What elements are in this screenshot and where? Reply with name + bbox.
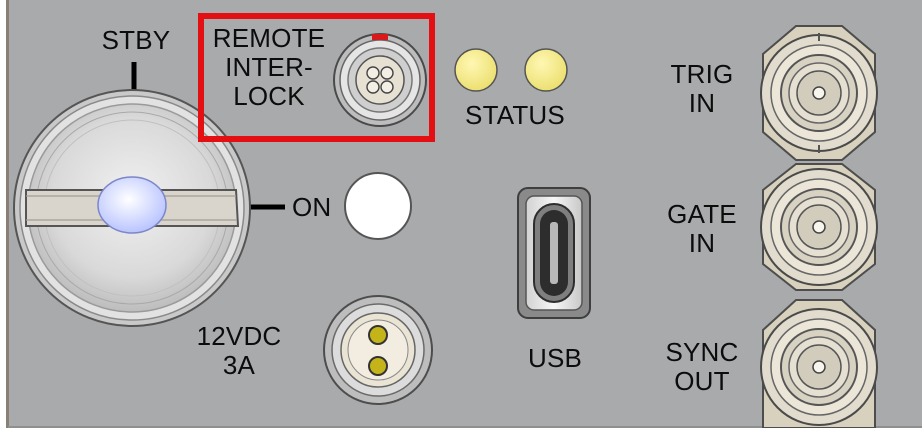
bnc-sync-out[interactable]	[760, 299, 878, 428]
bnc-gate-in[interactable]	[760, 163, 878, 291]
panel-face	[0, 0, 922, 428]
label-stby: STBY	[101, 25, 171, 55]
remote-interlock-connector[interactable]	[333, 33, 427, 127]
status-led-1	[454, 48, 498, 92]
bnc-trig-in[interactable]	[760, 25, 878, 161]
label-gate-in: GATE IN	[667, 199, 737, 258]
label-remote-interlock: REMOTE INTER- LOCK	[212, 23, 326, 111]
white-button[interactable]	[344, 172, 412, 240]
key-lens	[97, 176, 167, 234]
usb-c-port[interactable]	[517, 187, 591, 319]
label-usb: USB	[527, 343, 583, 373]
label-power: 12VDC 3A	[196, 321, 282, 380]
power-pin-1	[368, 325, 388, 345]
label-sync-out: SYNC OUT	[665, 337, 739, 396]
status-led-2	[524, 48, 568, 92]
label-trig-in: TRIG IN	[670, 59, 734, 118]
label-status: STATUS	[465, 100, 565, 130]
label-on: ON	[292, 192, 332, 222]
control-panel: STBY ON REMOTE INTER- LOCK STATUS TRIG I…	[0, 0, 922, 428]
power-connector[interactable]	[323, 295, 433, 405]
power-pin-2	[368, 356, 388, 376]
alignment-mark	[372, 34, 388, 40]
